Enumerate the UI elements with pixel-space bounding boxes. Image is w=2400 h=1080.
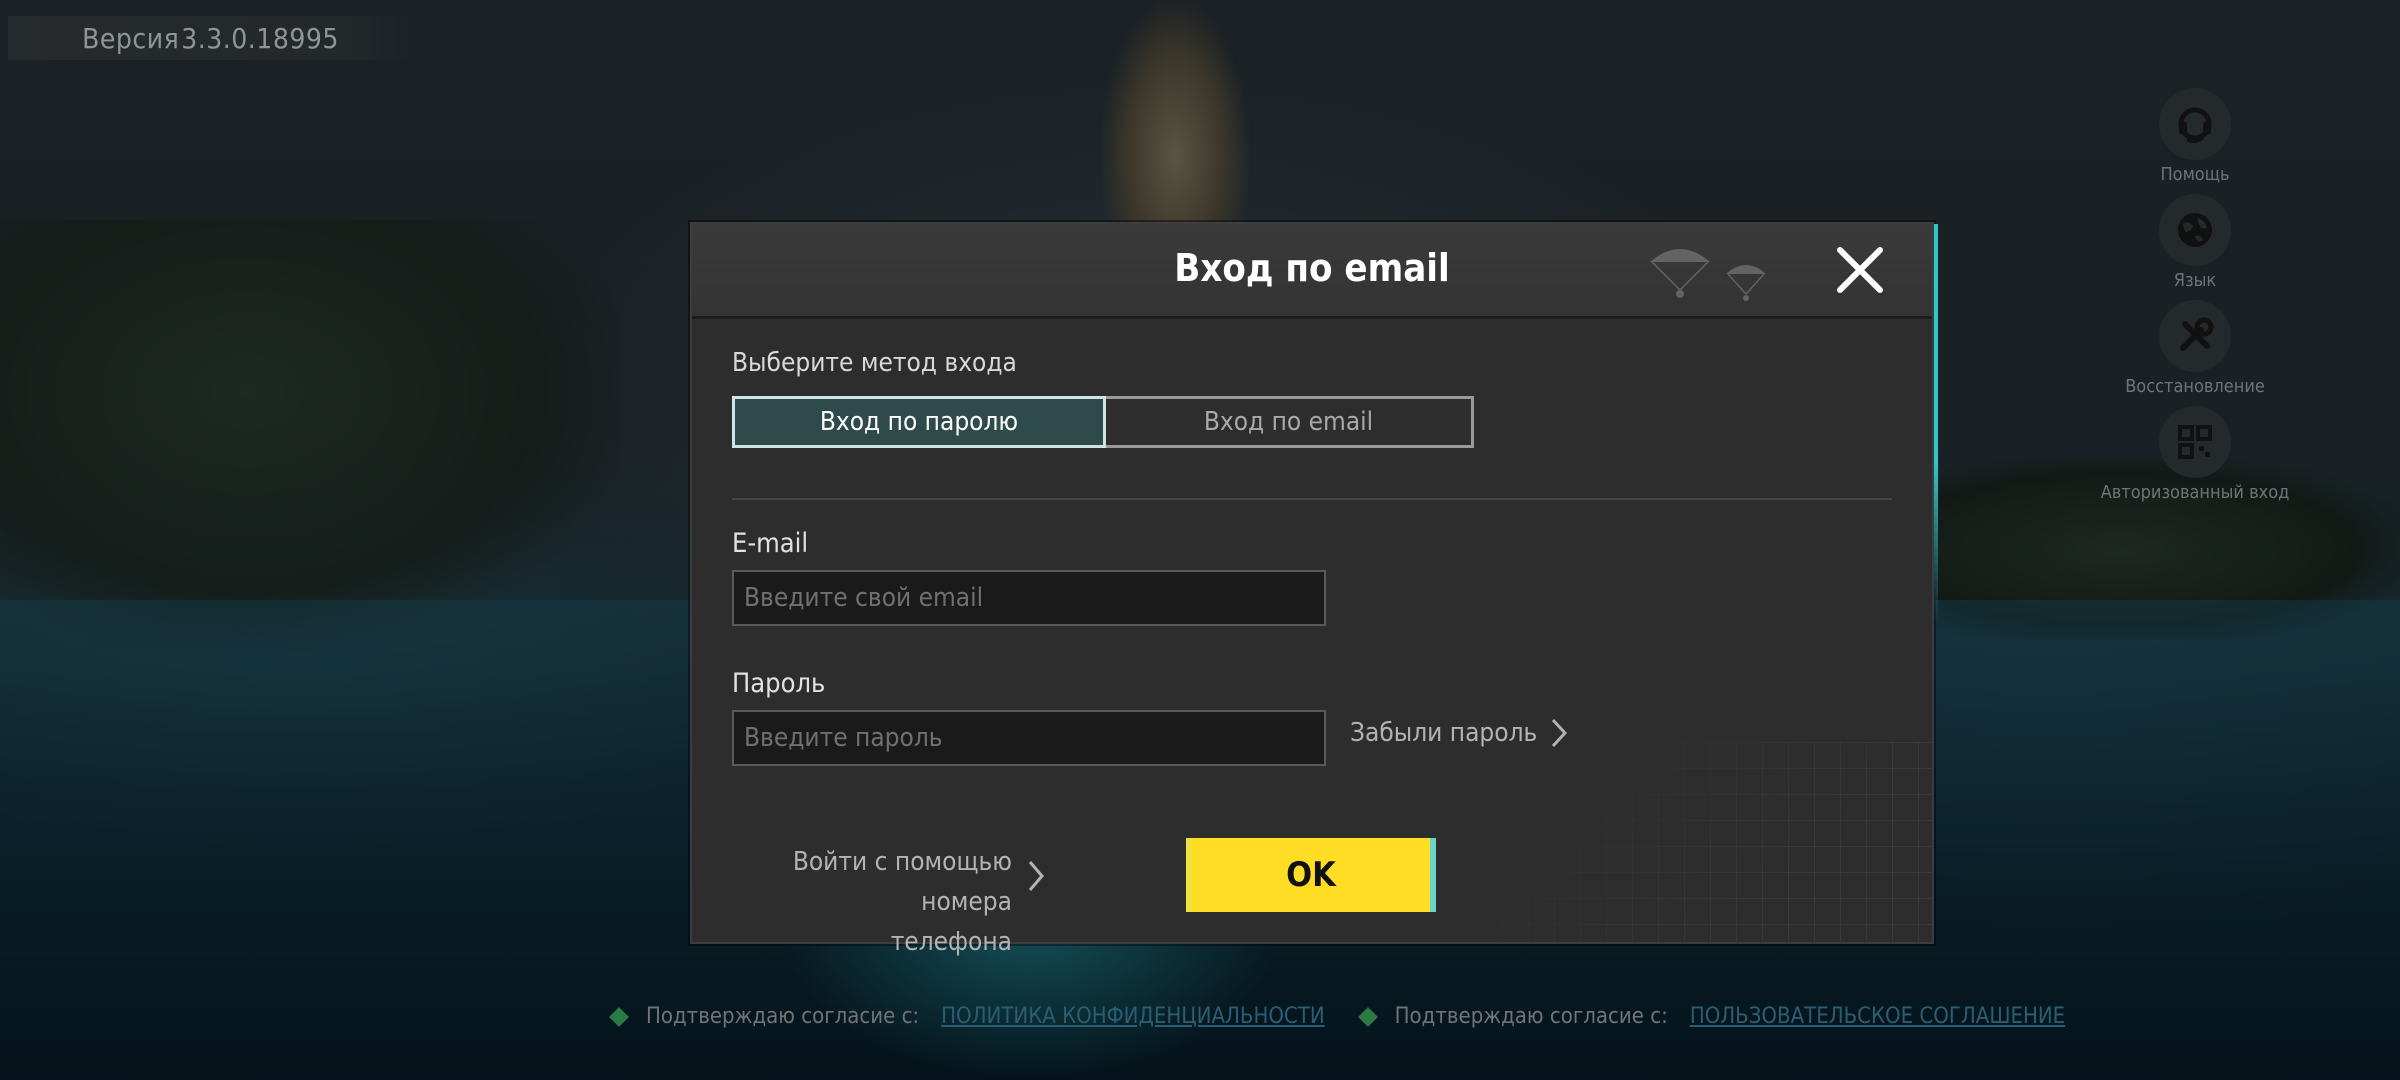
password-field[interactable]: [732, 710, 1326, 766]
version-prefix: Версия: [82, 21, 180, 55]
agree-text-terms: Подтверждаю согласие с:: [1394, 1004, 1668, 1029]
agreements-bar: Подтверждаю согласие с: ПОЛИТИКА КОНФИДЕ…: [609, 1004, 2101, 1029]
side-label-repair: Восстановление: [2125, 376, 2265, 397]
phone-login-line2: телефона: [890, 927, 1012, 957]
side-label-qr: Авторизованный вход: [2100, 482, 2290, 503]
side-menu: Помощь Язык Восстановление Авторизованны…: [2100, 88, 2290, 512]
side-item-qr[interactable]: Авторизованный вход: [2100, 406, 2290, 504]
phone-login-line1: Войти с помощью номера: [792, 847, 1012, 917]
privacy-policy-link[interactable]: ПОЛИТИКА КОНФИДЕНЦИАЛЬНОСТИ: [941, 1004, 1325, 1029]
agree-text-privacy: Подтверждаю согласие с:: [646, 1004, 920, 1029]
ok-button[interactable]: OK: [1186, 838, 1436, 912]
forgot-password-label: Забыли пароль: [1350, 718, 1538, 748]
grid-decoration: [1502, 742, 1932, 942]
check-diamond-icon[interactable]: [609, 1006, 629, 1027]
dialog-title: Вход по email: [1174, 246, 1450, 290]
version-number: 3.3.0.18995: [181, 21, 339, 55]
section-divider: [732, 498, 1892, 500]
side-label-help: Помощь: [2160, 164, 2230, 185]
background-statue: [1100, 0, 1250, 260]
password-label: Пароль: [732, 668, 826, 699]
tab-email-login[interactable]: Вход по email: [1106, 396, 1474, 448]
tab-password-login[interactable]: Вход по паролю: [732, 396, 1106, 448]
tools-icon: [2159, 300, 2231, 372]
side-item-help[interactable]: Помощь: [2100, 88, 2290, 186]
dialog-header: Вход по email: [692, 224, 1932, 319]
login-method-tabs: Вход по паролю Вход по email: [732, 396, 1474, 448]
globe-icon: [2159, 194, 2231, 266]
side-item-language[interactable]: Язык: [2100, 194, 2290, 292]
forgot-password-link[interactable]: Забыли пароль: [1350, 718, 1568, 748]
email-login-dialog: Вход по email Выберите метод входа Вход …: [690, 222, 1938, 957]
user-agreement-link[interactable]: ПОЛЬЗОВАТЕЛЬСКОЕ СОГЛАШЕНИЕ: [1690, 1004, 2065, 1029]
background-island: [0, 220, 620, 650]
side-item-repair[interactable]: Восстановление: [2100, 300, 2290, 398]
email-label: E-mail: [732, 528, 809, 559]
phone-login-link[interactable]: Войти с помощью номера телефона: [732, 842, 1012, 962]
qr-code-icon: [2159, 406, 2231, 478]
email-field[interactable]: [732, 570, 1326, 626]
check-diamond-icon[interactable]: [1357, 1006, 1378, 1027]
close-icon[interactable]: [1832, 242, 1888, 298]
side-label-language: Язык: [2173, 270, 2217, 291]
chevron-right-icon[interactable]: [1028, 860, 1044, 892]
chevron-right-icon: [1552, 718, 1568, 748]
headset-icon: [2159, 88, 2231, 160]
version-label: Версия 3.3.0.18995: [8, 16, 413, 60]
login-method-label: Выберите метод входа: [732, 348, 1017, 378]
